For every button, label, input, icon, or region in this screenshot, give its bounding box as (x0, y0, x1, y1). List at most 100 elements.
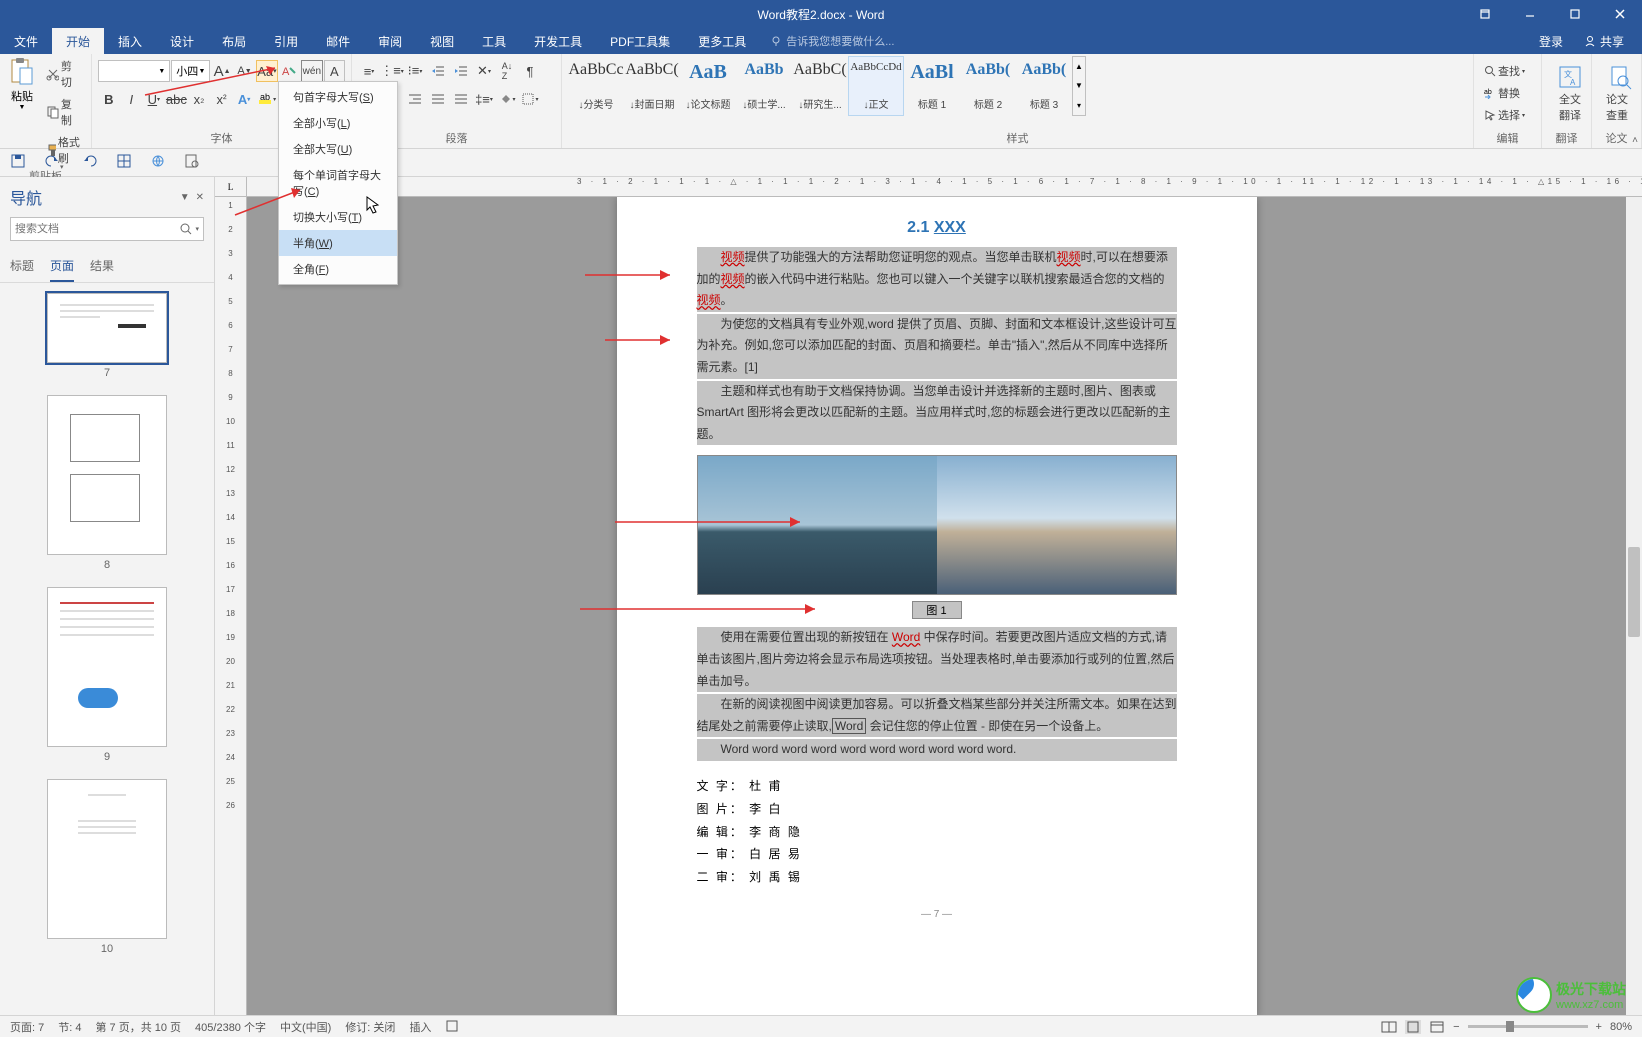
print-layout-icon[interactable] (1405, 1020, 1421, 1034)
select-button[interactable]: 选择▾ (1480, 105, 1529, 125)
read-mode-icon[interactable] (1381, 1020, 1397, 1034)
ribbon-display-icon[interactable] (1462, 0, 1507, 28)
tab-design[interactable]: 设计 (156, 28, 208, 54)
vertical-scrollbar[interactable] (1626, 197, 1642, 1015)
status-tracking[interactable]: 修订: 关闭 (345, 1019, 395, 1035)
horizontal-ruler[interactable]: 3 · 1 · 2 · 1 · 1 · 1 · △ · 1 · 1 · 1 · … (247, 177, 1642, 197)
qat-table-button[interactable] (116, 153, 132, 172)
vertical-ruler[interactable]: 1234567891011121314151617181920212223242… (215, 197, 247, 1015)
ruler-corner[interactable]: L (215, 177, 247, 197)
status-insert[interactable]: 插入 (409, 1019, 431, 1035)
sort-button[interactable]: A↓Z (496, 60, 518, 82)
tab-layout[interactable]: 布局 (208, 28, 260, 54)
thumbnail-item[interactable]: 7 (47, 293, 167, 379)
format-painter-button[interactable]: 格式刷 (42, 132, 85, 168)
distribute-button[interactable] (450, 88, 472, 110)
status-section[interactable]: 节: 4 (58, 1019, 81, 1035)
web-layout-icon[interactable] (1429, 1020, 1445, 1034)
numbering-button[interactable]: ⋮≡▾ (381, 60, 403, 82)
navtab-headings[interactable]: 标题 (10, 251, 34, 282)
paragraph[interactable]: 主题和样式也有助于文档保持协调。当您单击设计并选择新的主题时,图片、图表或 Sm… (697, 381, 1177, 446)
tab-mailings[interactable]: 邮件 (312, 28, 364, 54)
status-page-of[interactable]: 第 7 页，共 10 页 (95, 1019, 181, 1035)
replace-button[interactable]: ab替换 (1480, 83, 1529, 103)
font-name-select[interactable]: ▼ (98, 60, 170, 82)
navpane-search-input[interactable] (15, 223, 179, 235)
document-image[interactable] (697, 455, 1177, 595)
line-spacing-button[interactable]: ‡≡▾ (473, 88, 495, 110)
tab-home[interactable]: 开始 (52, 28, 104, 54)
macro-icon[interactable] (445, 1019, 459, 1033)
tab-references[interactable]: 引用 (260, 28, 312, 54)
bullets-button[interactable]: ≡▾ (358, 60, 380, 82)
cut-button[interactable]: 剪切 (42, 56, 85, 92)
half-width-item[interactable]: 半角(W) (279, 230, 397, 256)
paragraph[interactable]: 视频提供了功能强大的方法帮助您证明您的观点。当您单击联机视频时,可以在想要添加的… (697, 247, 1177, 312)
borders-button[interactable]: ▾ (519, 88, 541, 110)
share-button[interactable]: 共享 (1573, 33, 1634, 50)
bold-button[interactable]: B (98, 88, 120, 110)
shading-button[interactable]: ▾ (496, 88, 518, 110)
thumbnail-item[interactable]: 8 (47, 395, 167, 571)
styles-gallery[interactable]: AaBbCc↓分类号 AaBbC(↓封面日期 AaB↓论文标题 AaBb↓硕士学… (568, 56, 1467, 126)
style-item[interactable]: AaBbC(↓封面日期 (624, 56, 680, 116)
style-item[interactable]: AaB↓论文标题 (680, 56, 736, 116)
document-scroll[interactable]: 2.1 XXX 视频提供了功能强大的方法帮助您证明您的观点。当您单击联机视频时,… (247, 197, 1626, 1015)
close-icon[interactable] (1597, 0, 1642, 28)
subscript-button[interactable]: x₂ (188, 88, 210, 110)
zoom-level[interactable]: 80% (1610, 1021, 1632, 1033)
phonetic-guide-button[interactable]: wén (301, 60, 322, 82)
thumbnail-item[interactable]: 9 (47, 587, 167, 763)
zoom-in-button[interactable]: + (1596, 1021, 1602, 1033)
tab-review[interactable]: 审阅 (364, 28, 416, 54)
strikethrough-button[interactable]: abc (166, 88, 188, 110)
thumbnails-list[interactable]: 7 8 9 10 (0, 283, 214, 1015)
navpane-close-icon[interactable]: ✕ (196, 192, 204, 203)
navpane-dropdown-icon[interactable]: ▼ (180, 192, 190, 203)
lowercase-item[interactable]: 全部小写(L) (279, 110, 397, 136)
align-right-button[interactable] (404, 88, 426, 110)
status-language[interactable]: 中文(中国) (280, 1019, 331, 1035)
style-item[interactable]: AaBb↓硕士学... (736, 56, 792, 116)
status-page[interactable]: 页面: 7 (10, 1019, 44, 1035)
qat-preview-button[interactable] (184, 153, 200, 172)
text-effects-button[interactable]: A▾ (233, 88, 255, 110)
sentence-case-item[interactable]: 句首字母大写(S) (279, 84, 397, 110)
align-justify-button[interactable] (427, 88, 449, 110)
tab-tools[interactable]: 工具 (468, 28, 520, 54)
uppercase-item[interactable]: 全部大写(U) (279, 136, 397, 162)
minimize-icon[interactable] (1507, 0, 1552, 28)
multilevel-button[interactable]: ⁝≡▾ (404, 60, 426, 82)
search-icon[interactable] (179, 222, 193, 236)
grow-font-button[interactable]: A▲ (211, 60, 232, 82)
style-item[interactable]: AaBl标题 1 (904, 56, 960, 116)
tab-developer[interactable]: 开发工具 (520, 28, 596, 54)
maximize-icon[interactable] (1552, 0, 1597, 28)
font-size-select[interactable]: 小四▼ (171, 60, 210, 82)
style-item[interactable]: AaBb(标题 2 (960, 56, 1016, 116)
login-button[interactable]: 登录 (1529, 33, 1573, 50)
tab-insert[interactable]: 插入 (104, 28, 156, 54)
thumbnail-item[interactable]: 10 (47, 779, 167, 955)
paragraph[interactable]: 在新的阅读视图中阅读更加容易。可以折叠文档某些部分并关注所需文本。如果在达到结尾… (697, 694, 1177, 737)
highlight-button[interactable]: ab▾ (256, 88, 278, 110)
tab-pdf[interactable]: PDF工具集 (596, 28, 684, 54)
decrease-indent-button[interactable] (427, 60, 449, 82)
increase-indent-button[interactable] (450, 60, 472, 82)
copy-button[interactable]: 复制 (42, 94, 85, 130)
zoom-out-button[interactable]: − (1453, 1021, 1459, 1033)
tab-view[interactable]: 视图 (416, 28, 468, 54)
navpane-search[interactable]: ▾ (10, 217, 204, 241)
navtab-results[interactable]: 结果 (90, 251, 114, 282)
change-case-button[interactable]: Aa▾ (256, 60, 277, 82)
tab-more[interactable]: 更多工具 (684, 28, 760, 54)
style-item-active[interactable]: AaBbCcDd↓正文 (848, 56, 904, 116)
style-item[interactable]: AaBbCc↓分类号 (568, 56, 624, 116)
paragraph[interactable]: 使用在需要位置出现的新按钮在 Word 中保存时间。若要更改图片适应文档的方式,… (697, 627, 1177, 692)
superscript-button[interactable]: x² (211, 88, 233, 110)
char-border-button[interactable]: A (324, 60, 345, 82)
italic-button[interactable]: I (121, 88, 143, 110)
shrink-font-button[interactable]: A▼ (234, 60, 255, 82)
paste-button[interactable]: 粘贴 ▼ (6, 56, 38, 168)
search-dropdown-icon[interactable]: ▾ (195, 225, 199, 233)
